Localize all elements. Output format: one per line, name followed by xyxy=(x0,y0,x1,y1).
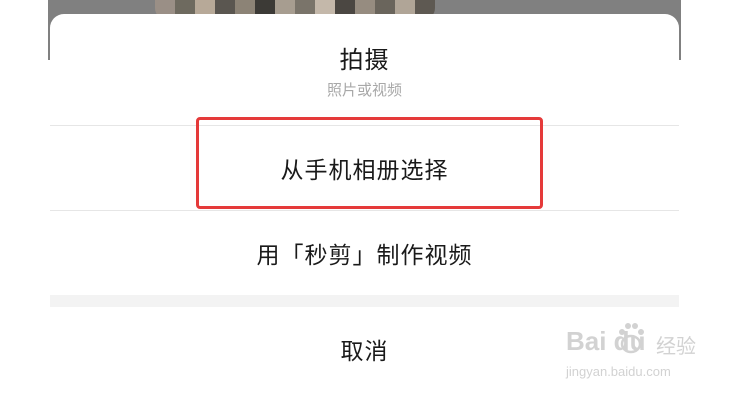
cancel-label: 取消 xyxy=(340,339,389,365)
choose-from-album-button[interactable]: 从手机相册选择 xyxy=(50,126,679,210)
sheet-subtitle: 照片或视频 xyxy=(326,81,402,99)
cancel-button[interactable]: 取消 xyxy=(50,307,679,391)
sheet-header: 拍摄 照片或视频 xyxy=(50,14,679,126)
section-gap xyxy=(50,295,679,307)
miaojian-video-button[interactable]: 用「秒剪」制作视频 xyxy=(50,211,679,295)
miaojian-video-label: 用「秒剪」制作视频 xyxy=(256,243,473,269)
choose-from-album-label: 从手机相册选择 xyxy=(280,158,449,184)
sheet-title: 拍摄 xyxy=(339,46,390,74)
action-sheet: 拍摄 照片或视频 从手机相册选择 用「秒剪」制作视频 取消 xyxy=(50,14,679,414)
